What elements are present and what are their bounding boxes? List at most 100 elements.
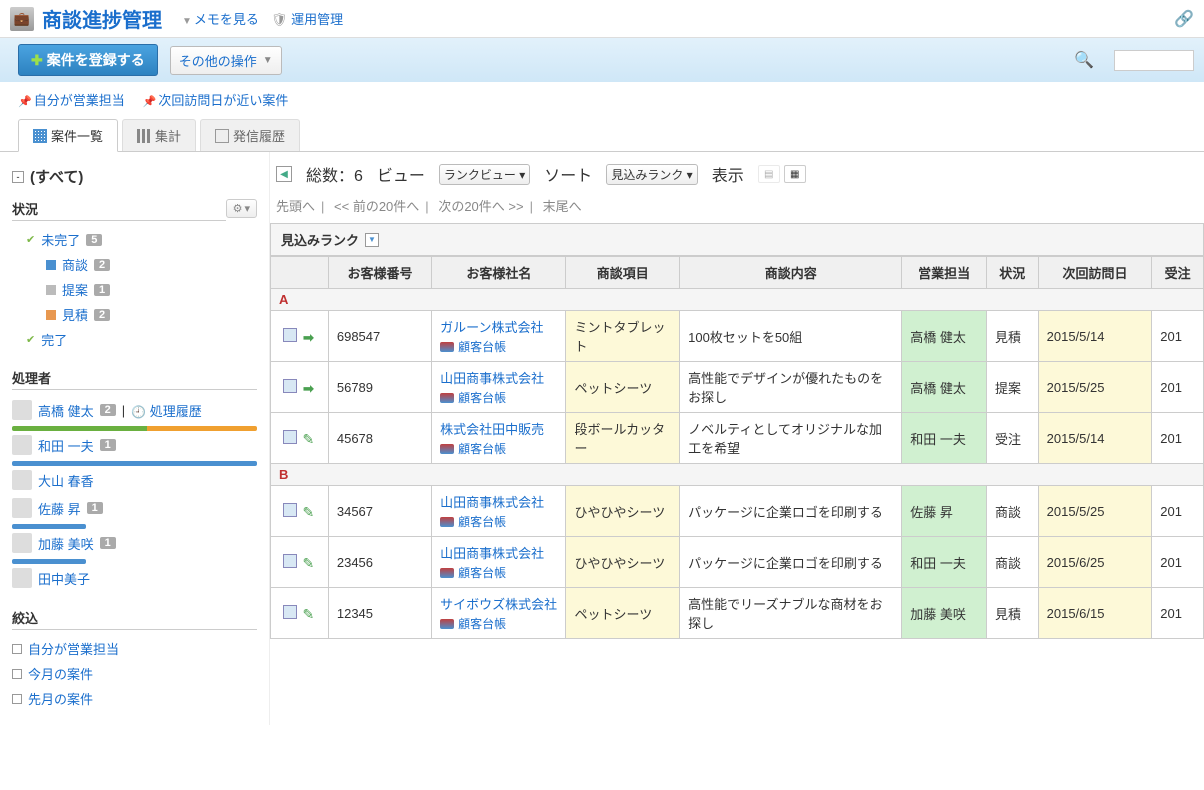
- link-icon[interactable]: 🔗: [1174, 9, 1194, 29]
- cell-date: 2015/5/25: [1038, 362, 1152, 413]
- person-item[interactable]: 加藤 美咲1: [12, 529, 257, 557]
- cell-company: ガルーン株式会社顧客台帳: [432, 311, 566, 362]
- register-button[interactable]: ✚案件を登録する: [18, 44, 158, 76]
- filter-my-sales[interactable]: 📌自分が営業担当: [18, 90, 125, 109]
- cell-status: 商談: [986, 486, 1038, 537]
- avatar: [12, 470, 32, 490]
- person-item[interactable]: 佐藤 昇1: [12, 494, 257, 522]
- edit-icon[interactable]: ✎: [301, 606, 315, 620]
- person-name: 田中美子: [38, 569, 90, 588]
- view-icon[interactable]: [283, 605, 297, 619]
- edit-icon[interactable]: ✎: [301, 431, 315, 445]
- company-link[interactable]: 山田商事株式会社: [440, 495, 544, 510]
- arrow-icon[interactable]: ➡: [301, 381, 315, 395]
- ref-link[interactable]: 顧客台帳: [458, 513, 506, 530]
- ref-link[interactable]: 顧客台帳: [458, 440, 506, 457]
- search-icon[interactable]: 🔍: [1074, 50, 1094, 70]
- back-icon[interactable]: ◀: [276, 166, 292, 182]
- column-header[interactable]: 受注: [1152, 257, 1204, 289]
- ref-link[interactable]: 顧客台帳: [458, 389, 506, 406]
- admin-link[interactable]: 🛡 運用管理: [271, 9, 343, 28]
- cell-date: 2015/6/25: [1038, 537, 1152, 588]
- filter-item[interactable]: 自分が営業担当: [12, 636, 257, 661]
- cell-status: 見積: [986, 311, 1038, 362]
- cell-number: 45678: [328, 413, 431, 464]
- status-estimate[interactable]: 見積2: [12, 302, 226, 327]
- view-select[interactable]: ランクビュー ▾: [439, 164, 530, 185]
- cell-company: サイボウズ株式会社顧客台帳: [432, 588, 566, 639]
- company-link[interactable]: 山田商事株式会社: [440, 546, 544, 561]
- pager-prev[interactable]: << 前の20件へ: [334, 199, 419, 214]
- column-header[interactable]: 次回訪問日: [1038, 257, 1152, 289]
- view-icon[interactable]: [283, 430, 297, 444]
- cell-number: 34567: [328, 486, 431, 537]
- ref-icon: [440, 517, 454, 527]
- view-icon[interactable]: [283, 554, 297, 568]
- square-icon: [46, 285, 56, 295]
- view-mode-1[interactable]: ▤: [758, 165, 780, 183]
- caret-down-icon: ▼: [263, 55, 273, 66]
- pager-last[interactable]: 末尾へ: [543, 199, 582, 214]
- square-icon: [46, 310, 56, 320]
- search-input[interactable]: [1114, 50, 1194, 71]
- memo-link[interactable]: ▼メモを見る: [182, 9, 259, 28]
- person-item[interactable]: 田中美子: [12, 564, 257, 592]
- ref-link[interactable]: 顧客台帳: [458, 564, 506, 581]
- company-link[interactable]: サイボウズ株式会社: [440, 597, 557, 612]
- tree-all[interactable]: -(すべて): [12, 166, 257, 187]
- tab-list[interactable]: 案件一覧: [18, 119, 118, 152]
- dropdown-icon[interactable]: ▼: [365, 233, 379, 247]
- column-header[interactable]: 商談内容: [680, 257, 902, 289]
- filter-near-visit[interactable]: 📌次回訪問日が近い案件: [143, 90, 289, 109]
- cell-content: 高性能でデザインが優れたものをお探し: [680, 362, 902, 413]
- column-header[interactable]: お客様番号: [328, 257, 431, 289]
- edit-icon[interactable]: ✎: [301, 504, 315, 518]
- status-negotiation[interactable]: 商談2: [12, 252, 226, 277]
- person-item[interactable]: 高橋 健太2| 🕘 処理履歴: [12, 396, 257, 424]
- status-proposal[interactable]: 提案1: [12, 277, 226, 302]
- pager-first[interactable]: 先頭へ: [276, 199, 315, 214]
- avatar: [12, 533, 32, 553]
- view-mode-2[interactable]: ▦: [784, 165, 806, 183]
- tab-aggregate[interactable]: 集計: [122, 119, 196, 151]
- settings-button[interactable]: ⚙▾: [226, 199, 257, 218]
- checkbox-icon: [12, 669, 22, 679]
- other-operations-button[interactable]: その他の操作▼: [170, 46, 282, 75]
- arrow-icon[interactable]: ➡: [301, 330, 315, 344]
- company-link[interactable]: 山田商事株式会社: [440, 371, 544, 386]
- company-link[interactable]: 株式会社田中販売: [440, 422, 544, 437]
- column-header[interactable]: 営業担当: [902, 257, 987, 289]
- pager-next[interactable]: 次の20件へ >>: [438, 199, 523, 214]
- table-row: ✎12345サイボウズ株式会社顧客台帳ペットシーツ高性能でリーズナブルな商材をお…: [271, 588, 1204, 639]
- ref-link[interactable]: 顧客台帳: [458, 338, 506, 355]
- filter-item[interactable]: 先月の案件: [12, 686, 257, 711]
- person-name: 加藤 美咲: [38, 534, 94, 553]
- column-header[interactable]: 状況: [986, 257, 1038, 289]
- status-incomplete[interactable]: ✔未完了5: [12, 227, 226, 252]
- person-name: 高橋 健太: [38, 401, 94, 420]
- cell-date: 2015/5/14: [1038, 311, 1152, 362]
- edit-icon[interactable]: ✎: [301, 555, 315, 569]
- view-icon[interactable]: [283, 379, 297, 393]
- column-header[interactable]: 商談項目: [566, 257, 680, 289]
- tab-log[interactable]: 発信履歴: [200, 119, 300, 151]
- cell-order: 201: [1152, 588, 1204, 639]
- person-item[interactable]: 和田 一夫1: [12, 431, 257, 459]
- filter-item[interactable]: 今月の案件: [12, 661, 257, 686]
- ref-icon: [440, 619, 454, 629]
- clock-icon: 🕘: [131, 405, 146, 419]
- company-link[interactable]: ガルーン株式会社: [440, 320, 543, 335]
- column-header[interactable]: お客様社名: [432, 257, 566, 289]
- person-item[interactable]: 大山 春香: [12, 466, 257, 494]
- view-icon[interactable]: [283, 328, 297, 342]
- view-icon[interactable]: [283, 503, 297, 517]
- sort-select[interactable]: 見込みランク ▾: [606, 164, 697, 185]
- shield-icon: 🛡: [271, 12, 288, 27]
- person-name: 大山 春香: [38, 471, 94, 490]
- column-header[interactable]: [271, 257, 329, 289]
- processor-section-title: 処理者: [12, 368, 257, 390]
- history-link[interactable]: 🕘 処理履歴: [131, 401, 202, 420]
- ref-link[interactable]: 顧客台帳: [458, 615, 506, 632]
- status-complete[interactable]: ✔完了: [12, 327, 226, 352]
- collapse-icon[interactable]: -: [12, 171, 24, 183]
